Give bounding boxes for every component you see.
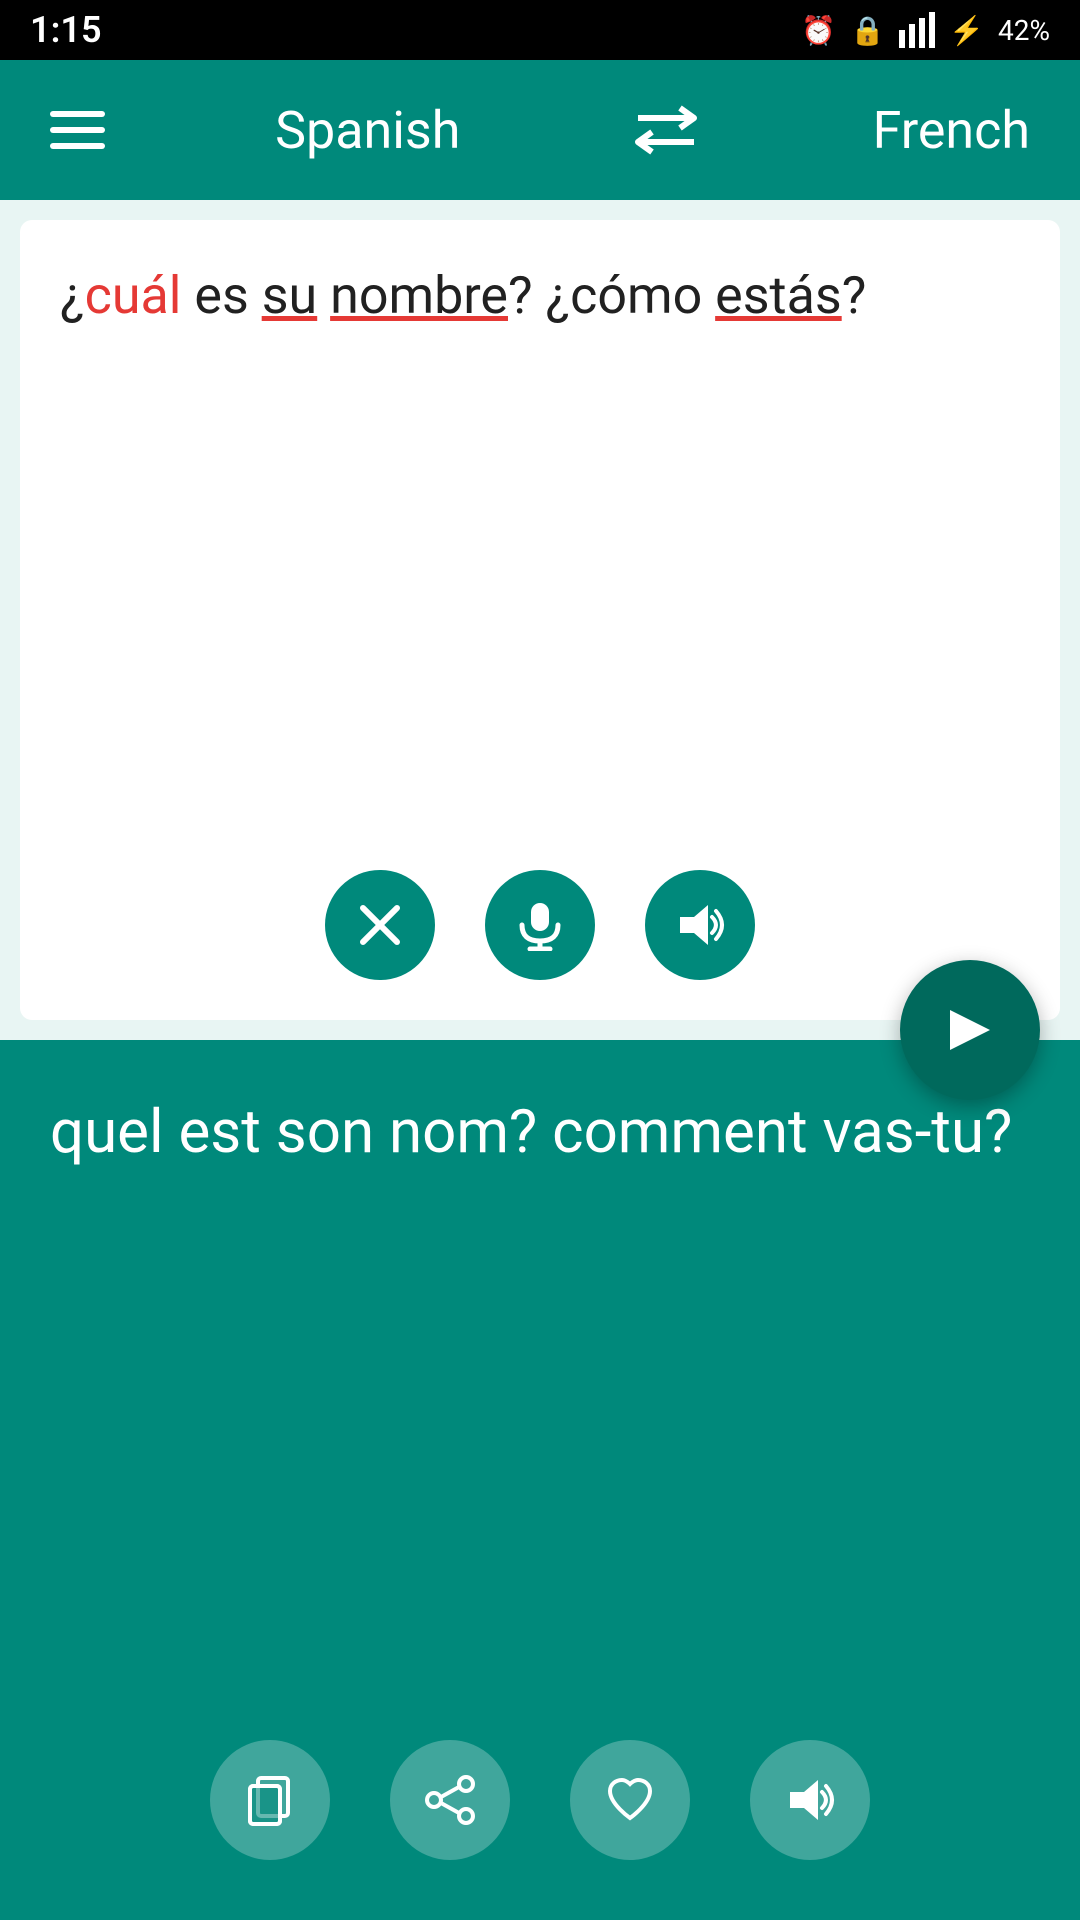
swap-languages-button[interactable] bbox=[630, 104, 702, 156]
status-icons: ⏰ 🔒 ⚡ 42% bbox=[801, 12, 1050, 48]
word-estas: estás bbox=[715, 265, 842, 326]
top-bar: Spanish French bbox=[0, 60, 1080, 200]
input-card: ¿cuál es su nombre? ¿cómo estás? bbox=[20, 220, 1060, 1020]
input-section: ¿cuál es su nombre? ¿cómo estás? bbox=[0, 200, 1080, 1040]
clear-button[interactable] bbox=[325, 870, 435, 980]
favorite-button[interactable] bbox=[570, 1740, 690, 1860]
sim-icon: 🔒 bbox=[850, 14, 885, 47]
output-section: quel est son nom? comment vas-tu? bbox=[0, 1040, 1080, 1920]
share-button[interactable] bbox=[390, 1740, 510, 1860]
input-controls bbox=[60, 870, 1020, 990]
battery-level: 42% bbox=[998, 14, 1050, 47]
word-cual: cuál bbox=[85, 265, 182, 326]
translated-text: quel est son nom? comment vas-tu? bbox=[50, 1090, 1030, 1740]
status-bar: 1:15 ⏰ 🔒 ⚡ 42% bbox=[0, 0, 1080, 60]
word-su: su bbox=[262, 265, 318, 326]
output-speaker-button[interactable] bbox=[750, 1740, 870, 1860]
target-language[interactable]: French bbox=[873, 100, 1030, 161]
microphone-button[interactable] bbox=[485, 870, 595, 980]
status-time: 1:15 bbox=[30, 9, 102, 51]
source-text[interactable]: ¿cuál es su nombre? ¿cómo estás? bbox=[60, 260, 1020, 840]
charging-icon: ⚡ bbox=[949, 14, 984, 47]
input-speaker-button[interactable] bbox=[645, 870, 755, 980]
copy-button[interactable] bbox=[210, 1740, 330, 1860]
translate-send-button[interactable] bbox=[900, 960, 1040, 1100]
menu-button[interactable] bbox=[50, 111, 105, 149]
word-nombre: nombre bbox=[330, 265, 508, 326]
output-controls bbox=[50, 1740, 1030, 1920]
source-language[interactable]: Spanish bbox=[275, 100, 460, 161]
signal-icon bbox=[899, 12, 935, 48]
alarm-icon: ⏰ bbox=[801, 14, 836, 47]
